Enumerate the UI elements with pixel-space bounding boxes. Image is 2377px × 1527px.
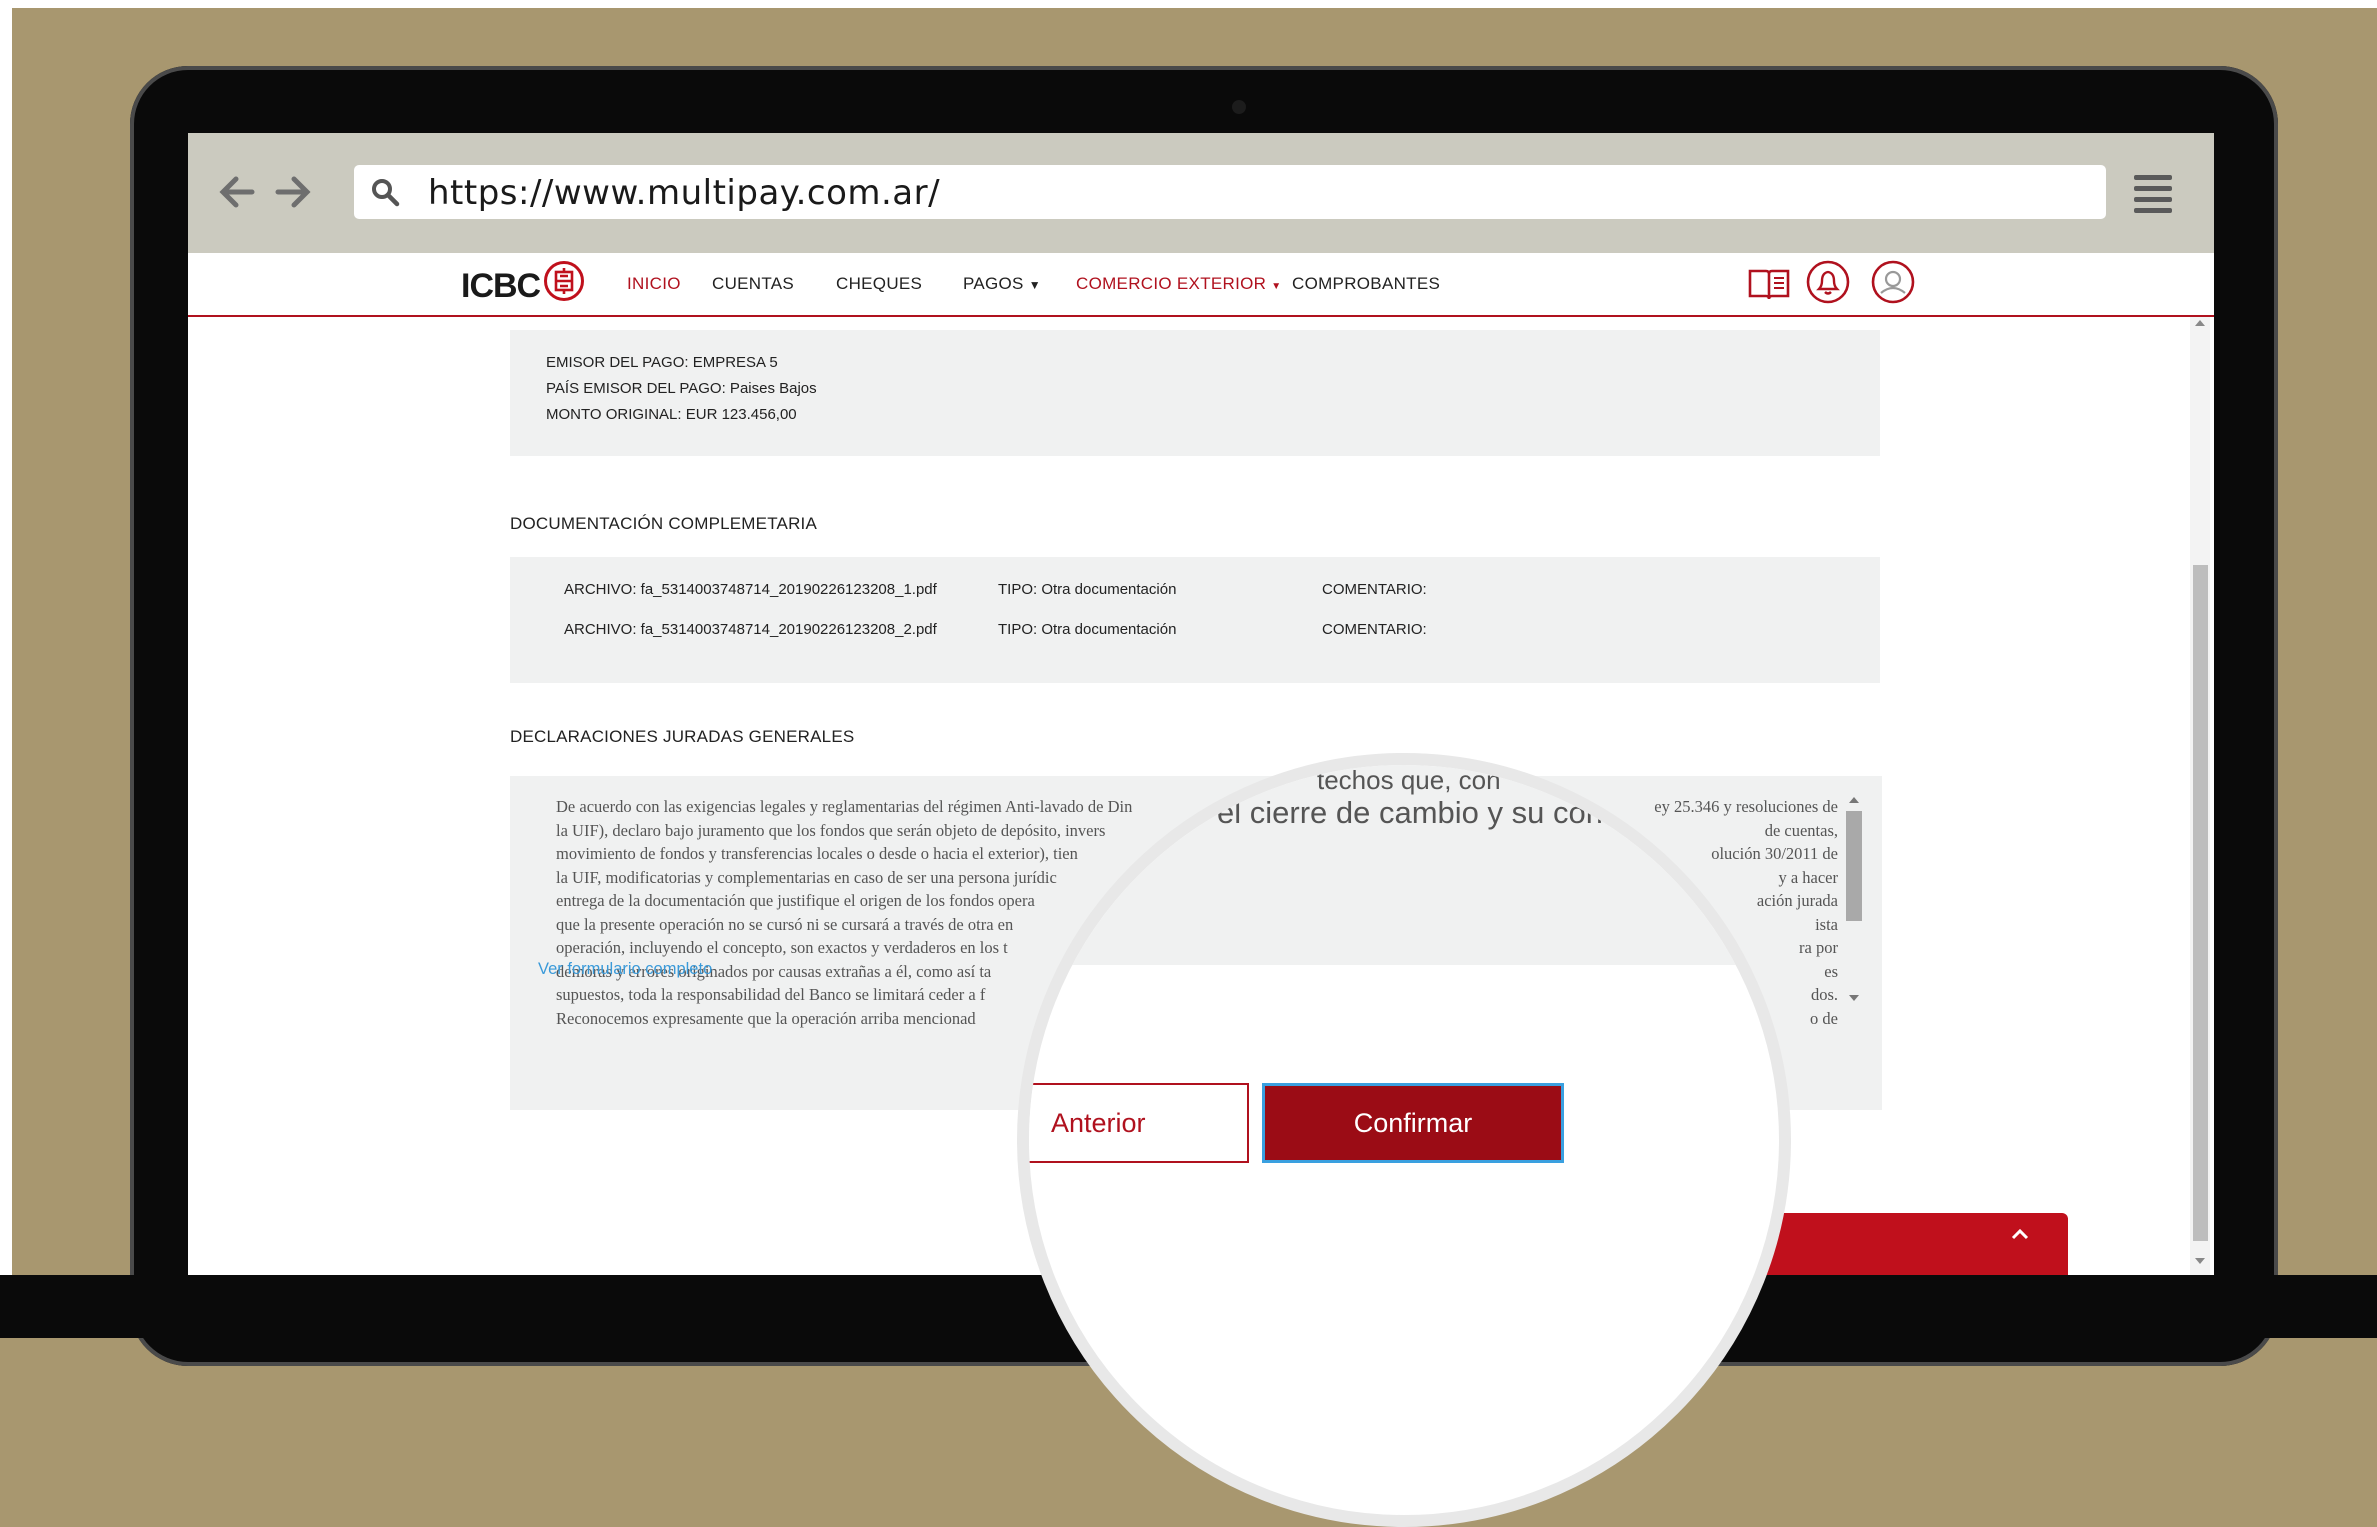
magnified-text-mid: el cierre de cambio y su corresp (1217, 795, 1657, 830)
frame-left-border (0, 0, 12, 1338)
ver-formulario-link[interactable]: Ver formulario completo (538, 960, 712, 979)
icbc-logo[interactable]: ICBC (461, 267, 541, 306)
back-arrow-icon[interactable] (216, 171, 258, 213)
nav-inicio[interactable]: INICIO (627, 274, 681, 294)
nav-pagos[interactable]: PAGOS ▼ (963, 274, 1041, 294)
magnifier-callout: techos que, con el cierre de cambio y su… (1017, 753, 1791, 1527)
emisor-del-pago: EMISOR DEL PAGO: EMPRESA 5 (546, 354, 778, 371)
documentacion-panel: ARCHIVO: fa_5314003748714_20190226123208… (510, 557, 1880, 683)
url-bar[interactable]: https://www.multipay.com.ar/ (354, 165, 2106, 219)
nav-comercio-exterior[interactable]: COMERCIO EXTERIOR ▼ (1076, 274, 1281, 294)
caret-down-icon: ▼ (1028, 278, 1041, 292)
book-icon[interactable] (1746, 259, 1792, 305)
scroll-up-icon[interactable] (2194, 319, 2206, 327)
icbc-logo-mark (544, 261, 584, 301)
magnified-text-top: techos que, con (1317, 765, 1501, 795)
tipo-1: TIPO: Otra documentación (998, 581, 1177, 598)
chat-tab[interactable] (1748, 1213, 2068, 1275)
page-scrollbar-thumb[interactable] (2193, 565, 2208, 1241)
nav-comprobantes[interactable]: COMPROBANTES (1292, 274, 1440, 294)
scrollbar-thumb[interactable] (1846, 811, 1862, 921)
url-text[interactable]: https://www.multipay.com.ar/ (428, 173, 940, 213)
nav-cheques[interactable]: CHEQUES (836, 274, 922, 294)
search-icon (372, 179, 400, 207)
browser-toolbar: https://www.multipay.com.ar/ (188, 133, 2214, 253)
forward-arrow-icon[interactable] (272, 171, 314, 213)
user-avatar-icon[interactable] (1870, 259, 1916, 305)
monto-original: MONTO ORIGINAL: EUR 123.456,00 (546, 406, 797, 423)
page-scrollbar[interactable] (2190, 317, 2210, 1275)
confirmar-button[interactable]: Confirmar (1262, 1083, 1564, 1163)
anterior-button[interactable]: Anterior (1029, 1083, 1249, 1163)
archivo-1[interactable]: ARCHIVO: fa_5314003748714_20190226123208… (564, 581, 937, 598)
scroll-up-icon[interactable] (1847, 795, 1861, 805)
camera (1232, 100, 1246, 114)
documentacion-title: DOCUMENTACIÓN COMPLEMETARIA (510, 514, 818, 533)
frame-top-border (0, 0, 2377, 8)
payment-info-panel: EMISOR DEL PAGO: EMPRESA 5 PAÍS EMISOR D… (510, 330, 1880, 456)
chevron-up-icon[interactable] (2010, 1227, 2030, 1241)
scroll-down-icon[interactable] (2194, 1257, 2206, 1265)
declaraciones-title: DECLARACIONES JURADAS GENERALES (510, 727, 855, 746)
caret-down-icon: ▼ (1271, 281, 1282, 292)
pais-emisor: PAÍS EMISOR DEL PAGO: Paises Bajos (546, 380, 817, 397)
nav-cuentas[interactable]: CUENTAS (712, 274, 794, 294)
scroll-down-icon[interactable] (1847, 993, 1861, 1003)
tipo-2: TIPO: Otra documentación (998, 621, 1177, 638)
declaraciones-scrollbar[interactable] (1844, 793, 1864, 1005)
archivo-2[interactable]: ARCHIVO: fa_5314003748714_20190226123208… (564, 621, 937, 638)
comentario-1: COMENTARIO: (1322, 581, 1427, 598)
app-navbar: ICBC INICIO CUENTAS CHEQUES PAGOS ▼ COME… (188, 253, 2214, 317)
comentario-2: COMENTARIO: (1322, 621, 1427, 638)
bell-icon[interactable] (1805, 259, 1851, 305)
hamburger-menu-icon[interactable] (2134, 175, 2172, 213)
